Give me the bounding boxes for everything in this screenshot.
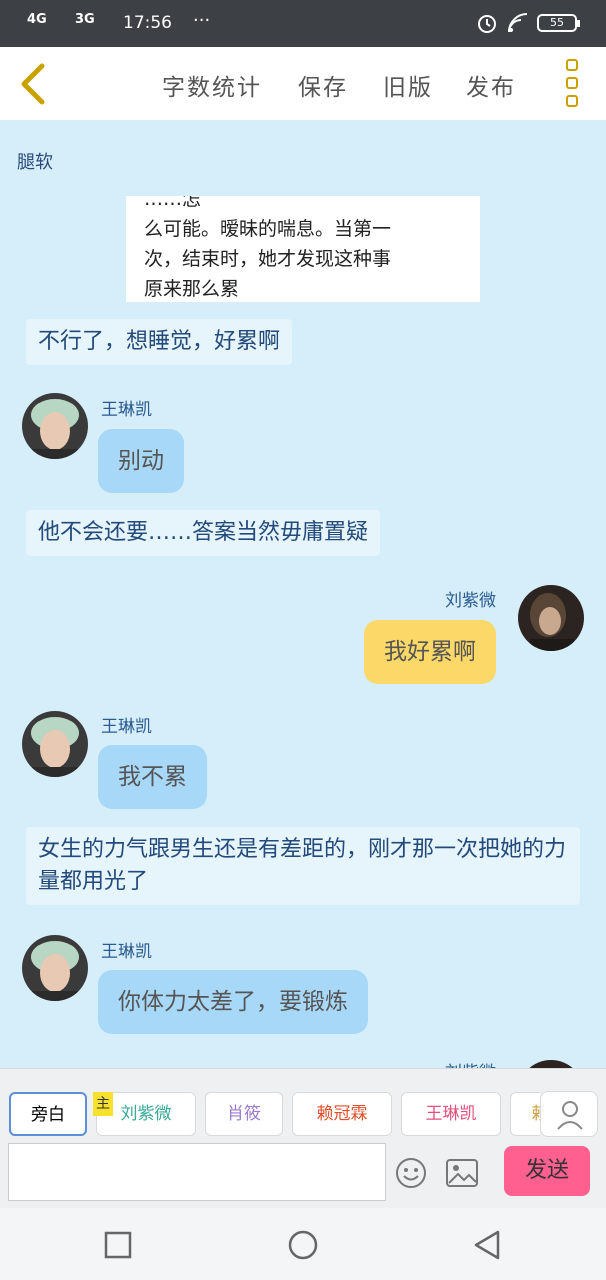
avatar[interactable] <box>518 585 584 651</box>
avatar-wang-icon <box>22 393 88 459</box>
role-selector[interactable]: 旁白 刘紫微 肖筱 赖冠霖 王琳凯 赖 主 <box>0 1069 540 1141</box>
more-dots: ··· <box>193 10 211 31</box>
back-icon[interactable] <box>471 1229 503 1261</box>
send-button[interactable]: 发送 <box>504 1146 590 1196</box>
avatar-wang-icon <box>22 711 88 777</box>
chat-bubble[interactable]: 别动 <box>98 429 184 493</box>
top-toolbar: 字数统计 保存 旧版 发布 <box>0 47 606 120</box>
narration-message[interactable]: 他不会还要……答案当然毋庸置疑 <box>26 510 381 556</box>
system-nav-bar <box>0 1208 606 1280</box>
chat-bubble[interactable]: 我好累啊 <box>364 620 496 684</box>
role-xiao-xiao[interactable]: 肖筱 <box>205 1092 283 1136</box>
avatar-liu-icon <box>518 1060 584 1068</box>
wifi-icon <box>508 13 528 33</box>
alarm-icon <box>478 15 496 33</box>
avatar[interactable] <box>22 711 88 777</box>
signal-3g: 3G <box>75 12 95 27</box>
image-text-line: 次，结束时，她才发现这种事 <box>144 248 392 270</box>
chapter-title: 腿软 <box>17 152 53 173</box>
host-badge: 主 <box>93 1092 113 1116</box>
home-icon[interactable] <box>287 1229 319 1261</box>
back-arrow-icon[interactable] <box>14 61 54 107</box>
sender-name: 王琳凯 <box>101 400 152 420</box>
chat-bubble[interactable]: 我不累 <box>98 745 207 809</box>
avatar[interactable] <box>518 1060 584 1068</box>
avatar-liu-icon <box>518 585 584 651</box>
image-text-line: ……怎 <box>144 196 202 210</box>
battery-indicator: 55 <box>537 14 580 32</box>
avatar[interactable] <box>22 393 88 459</box>
role-narrator[interactable]: 旁白 <box>9 1092 87 1136</box>
sender-name: 刘紫微 <box>445 1058 496 1068</box>
message-input[interactable] <box>8 1143 386 1201</box>
chat-bubble[interactable]: 你体力太差了，要锻炼 <box>98 970 368 1034</box>
image-text: ……怎 么可能。暧昧的喘息。当第一 次，结束时，她才发现这种事 原来那么累 <box>144 196 474 302</box>
emoji-icon[interactable] <box>395 1157 427 1189</box>
narration-message[interactable]: 不行了，想睡觉，好累啊 <box>26 319 293 365</box>
image-message[interactable]: ……怎 么可能。暧昧的喘息。当第一 次，结束时，她才发现这种事 原来那么累 <box>126 196 480 302</box>
clock: 17:56 <box>123 13 172 33</box>
sender-name: 王琳凯 <box>101 717 152 737</box>
image-text-line: 原来那么累 <box>144 278 240 300</box>
person-icon <box>557 1101 583 1130</box>
sender-name: 刘紫微 <box>445 591 496 611</box>
role-wang-linkai[interactable]: 王琳凯 <box>401 1092 501 1136</box>
narration-message[interactable]: 女生的力气跟男生还是有差距的，刚才那一次把她的力量都用光了 <box>26 827 580 905</box>
publish-button[interactable]: 发布 <box>466 68 516 102</box>
manage-roles-button[interactable] <box>540 1091 598 1137</box>
avatar[interactable] <box>22 935 88 1001</box>
word-count-button[interactable]: 字数统计 <box>162 68 262 102</box>
image-icon[interactable] <box>446 1159 478 1187</box>
chat-area[interactable]: 腿软 ……怎 么可能。暧昧的喘息。当第一 次，结束时，她才发现这种事 原来那么累… <box>0 120 606 1068</box>
save-button[interactable]: 保存 <box>298 68 348 102</box>
status-bar: 4G 3G 17:56 ··· 55 <box>0 0 606 47</box>
signal-4g: 4G <box>27 12 47 27</box>
menu-icon[interactable] <box>560 59 584 109</box>
old-version-button[interactable]: 旧版 <box>383 68 433 102</box>
composer-panel: 旁白 刘紫微 肖筱 赖冠霖 王琳凯 赖 主 发送 <box>0 1068 606 1208</box>
recent-apps-icon[interactable] <box>104 1231 132 1259</box>
avatar-wang-icon <box>22 935 88 1001</box>
role-lai[interactable]: 赖 <box>510 1092 540 1136</box>
role-lai-guanlin[interactable]: 赖冠霖 <box>292 1092 392 1136</box>
sender-name: 王琳凯 <box>101 942 152 962</box>
image-text-line: 么可能。暧昧的喘息。当第一 <box>144 218 392 240</box>
